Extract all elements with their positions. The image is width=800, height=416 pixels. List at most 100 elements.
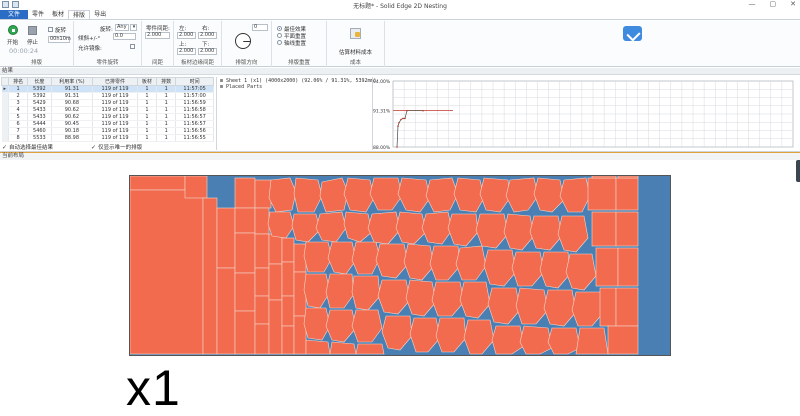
nested-part[interactable] bbox=[475, 213, 509, 249]
nested-part[interactable] bbox=[351, 309, 383, 343]
nested-part[interactable] bbox=[234, 177, 256, 209]
nested-part[interactable] bbox=[268, 233, 283, 265]
tab-sheets[interactable]: 板材 bbox=[48, 10, 68, 19]
nested-part[interactable] bbox=[431, 281, 465, 317]
nested-part[interactable] bbox=[303, 241, 333, 273]
rotation-dropdown-icon[interactable]: ▾ bbox=[130, 24, 137, 31]
nested-part[interactable] bbox=[591, 175, 617, 179]
nested-part[interactable] bbox=[234, 310, 256, 355]
col-rows[interactable]: 排数 bbox=[156, 77, 177, 86]
results-row[interactable]: ▸ 1 5392 91.31 119 of 119 1 1 11:57:05 bbox=[1, 85, 214, 93]
nested-part[interactable] bbox=[327, 241, 357, 275]
nested-part[interactable] bbox=[615, 287, 639, 327]
nested-part[interactable] bbox=[375, 243, 409, 279]
results-row[interactable]: 3 5429 90.68 119 of 119 1 1 11:56:59 bbox=[1, 99, 214, 107]
margin-top-field[interactable]: 2.000 bbox=[177, 48, 196, 55]
nested-part[interactable] bbox=[369, 177, 403, 211]
nested-part[interactable] bbox=[234, 272, 256, 312]
rotation-select[interactable]: Any bbox=[115, 24, 129, 31]
nested-part[interactable] bbox=[409, 317, 441, 353]
auto-select-option[interactable]: ✓ 自动选择最佳结果 bbox=[2, 143, 53, 152]
col-length[interactable]: 长度 bbox=[27, 77, 52, 86]
nested-part[interactable] bbox=[216, 207, 236, 269]
nested-part[interactable] bbox=[607, 325, 639, 355]
nested-part[interactable] bbox=[421, 211, 453, 245]
nested-part[interactable] bbox=[381, 315, 413, 351]
nested-part[interactable] bbox=[254, 267, 270, 297]
nested-part[interactable] bbox=[571, 291, 605, 327]
nested-part[interactable] bbox=[459, 281, 491, 319]
nested-part[interactable] bbox=[254, 295, 270, 325]
nested-part[interactable] bbox=[425, 177, 459, 213]
nested-part[interactable] bbox=[234, 232, 256, 274]
margin-bottom-field[interactable]: 2.000 bbox=[198, 48, 217, 55]
nested-part[interactable] bbox=[503, 213, 535, 251]
material-cost-label[interactable]: 估算材料成本 bbox=[339, 48, 372, 56]
minimize-button[interactable]: — bbox=[749, 0, 756, 8]
nested-part[interactable] bbox=[575, 327, 609, 355]
nested-part[interactable] bbox=[463, 319, 495, 355]
nested-part[interactable] bbox=[184, 175, 208, 199]
nested-part[interactable] bbox=[325, 273, 355, 309]
col-placed[interactable]: 已排零件 bbox=[92, 77, 138, 86]
stop-button[interactable] bbox=[28, 26, 37, 35]
nested-part[interactable] bbox=[351, 275, 381, 311]
nested-part[interactable] bbox=[268, 177, 297, 213]
col-rank[interactable]: 排名 bbox=[7, 77, 29, 86]
side-panel-handle[interactable] bbox=[796, 160, 800, 182]
nested-part[interactable] bbox=[511, 251, 545, 287]
nested-part[interactable] bbox=[281, 261, 295, 297]
nested-part[interactable] bbox=[547, 327, 581, 355]
nested-part[interactable] bbox=[455, 245, 487, 281]
nested-part[interactable] bbox=[397, 177, 431, 213]
nested-part[interactable] bbox=[395, 211, 427, 245]
row-selector[interactable] bbox=[1, 127, 9, 135]
nested-part[interactable] bbox=[129, 189, 204, 355]
tab-export[interactable]: 导出 bbox=[90, 10, 110, 19]
nested-part[interactable] bbox=[268, 299, 283, 355]
nested-part[interactable] bbox=[305, 339, 331, 355]
margin-left-field[interactable]: 2.000 bbox=[177, 32, 196, 39]
nested-part[interactable] bbox=[315, 211, 347, 243]
nested-part[interactable] bbox=[403, 243, 435, 281]
results-row[interactable]: 2 5392 91.31 119 of 119 1 1 11:57:00 bbox=[1, 92, 214, 100]
nested-part[interactable] bbox=[543, 289, 577, 327]
priority-plane-radio[interactable] bbox=[277, 33, 282, 38]
rotate-checkbox[interactable] bbox=[48, 27, 53, 32]
nested-part[interactable] bbox=[599, 287, 617, 327]
results-row[interactable]: 6 5444 90.45 119 of 119 1 1 11:56:57 bbox=[1, 120, 214, 128]
nested-part[interactable] bbox=[515, 287, 549, 325]
priority-axis-radio[interactable] bbox=[277, 40, 282, 45]
nested-part[interactable] bbox=[293, 271, 307, 317]
nested-part[interactable] bbox=[254, 207, 270, 235]
nested-part[interactable] bbox=[533, 177, 565, 213]
nested-part[interactable] bbox=[267, 211, 295, 239]
mirror-checkbox[interactable] bbox=[130, 44, 135, 49]
nested-part[interactable] bbox=[254, 179, 272, 209]
nested-part[interactable] bbox=[539, 251, 571, 289]
direction-field[interactable]: 0 bbox=[252, 24, 268, 31]
direction-dial[interactable] bbox=[235, 33, 251, 49]
nested-part[interactable] bbox=[505, 177, 539, 213]
tab-parts[interactable]: 零件 bbox=[28, 10, 48, 19]
nested-part[interactable] bbox=[367, 211, 401, 245]
nested-part[interactable] bbox=[487, 287, 521, 325]
results-row[interactable]: 7 5460 90.18 119 of 119 1 1 11:56:56 bbox=[1, 127, 214, 135]
row-selector[interactable] bbox=[1, 113, 9, 121]
nested-part[interactable] bbox=[557, 215, 589, 253]
row-selector[interactable] bbox=[1, 134, 9, 142]
nested-part[interactable] bbox=[293, 177, 323, 213]
row-selector[interactable] bbox=[1, 120, 9, 128]
nested-part[interactable] bbox=[429, 245, 461, 281]
col-sheets[interactable]: 板材 bbox=[136, 77, 158, 86]
row-selector[interactable] bbox=[1, 99, 9, 107]
results-row[interactable]: 8 5533 88.98 119 of 119 1 1 11:56:55 bbox=[1, 134, 214, 142]
nested-part[interactable] bbox=[281, 295, 295, 327]
nested-part[interactable] bbox=[615, 177, 639, 211]
nested-part[interactable] bbox=[216, 267, 236, 355]
nested-part[interactable] bbox=[479, 177, 511, 213]
nested-part[interactable] bbox=[615, 211, 639, 247]
row-selector[interactable] bbox=[1, 92, 9, 100]
nested-part[interactable] bbox=[281, 325, 295, 355]
col-time[interactable]: 时间 bbox=[175, 77, 214, 86]
